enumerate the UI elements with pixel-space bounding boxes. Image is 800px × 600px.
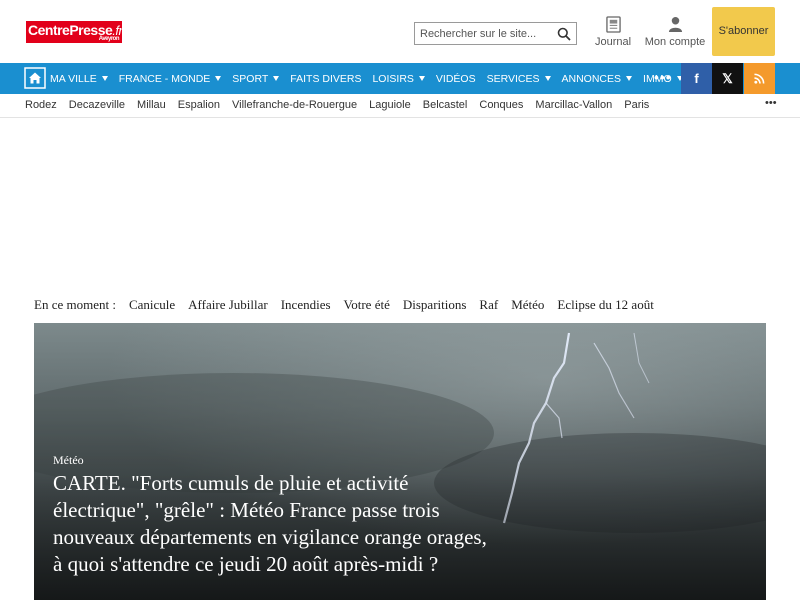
- trending-link[interactable]: Disparitions: [403, 297, 467, 313]
- trending-bar: En ce moment : Canicule Affaire Jubillar…: [34, 297, 667, 313]
- subscribe-button[interactable]: S'abonner: [712, 7, 775, 56]
- caret-down-icon: [626, 76, 633, 81]
- trending-link[interactable]: Météo: [511, 297, 544, 313]
- nav-item-france-monde[interactable]: FRANCE - MONDE: [119, 73, 222, 85]
- user-icon: [668, 17, 682, 32]
- nav-item-label: FAITS DIVERS: [290, 72, 362, 85]
- city-link[interactable]: Decazeville: [69, 99, 125, 111]
- nav-item-label: SERVICES: [486, 72, 540, 85]
- city-link[interactable]: Conques: [479, 99, 523, 111]
- nav-item-ma-ville[interactable]: MA VILLE: [50, 73, 108, 85]
- nav-item-services[interactable]: SERVICES: [487, 73, 551, 85]
- nav-item-label: MA VILLE: [50, 72, 97, 85]
- cities-bar: Rodez Decazeville Millau Espalion Villef…: [0, 94, 800, 118]
- main-nav: MA VILLE FRANCE - MONDE SPORT FAITS DIVE…: [0, 63, 800, 94]
- caret-down-icon: [273, 76, 280, 81]
- site-logo[interactable]: CentrePresse.fr Aveyron: [26, 21, 123, 43]
- trending-link[interactable]: Votre été: [344, 297, 390, 313]
- search-box: [414, 22, 577, 45]
- x-button[interactable]: 𝕏: [712, 63, 743, 94]
- trending-link[interactable]: Raf: [479, 297, 498, 313]
- city-link[interactable]: Belcastel: [423, 99, 468, 111]
- nav-menu: MA VILLE FRANCE - MONDE SPORT FAITS DIVE…: [50, 63, 694, 94]
- city-link[interactable]: Rodez: [25, 99, 57, 111]
- nav-item-label: FRANCE - MONDE: [118, 72, 211, 85]
- cities-more-button[interactable]: •••: [765, 97, 777, 109]
- journal-label: Journal: [594, 36, 632, 48]
- caret-down-icon: [215, 76, 222, 81]
- nav-item-label: SPORT: [232, 72, 269, 85]
- trending-label: En ce moment :: [34, 297, 116, 312]
- city-link[interactable]: Millau: [137, 99, 166, 111]
- nav-item-label: ANNONCES: [561, 72, 622, 85]
- hero-article[interactable]: Météo CARTE. "Forts cumuls de pluie et a…: [34, 323, 766, 600]
- caret-down-icon: [101, 76, 108, 81]
- cities-list: Rodez Decazeville Millau Espalion Villef…: [25, 99, 661, 111]
- newspaper-icon: [605, 16, 621, 33]
- search-icon[interactable]: [557, 27, 571, 41]
- nav-item-label: LOISIRS: [372, 72, 414, 85]
- city-link[interactable]: Laguiole: [369, 99, 411, 111]
- nav-item-loisirs[interactable]: LOISIRS: [372, 72, 425, 85]
- home-icon: [24, 67, 46, 89]
- account-label: Mon compte: [644, 36, 706, 48]
- city-link[interactable]: Villefranche-de-Rouergue: [232, 99, 357, 111]
- logo-region: Aveyron: [98, 36, 120, 42]
- nav-item-faits-divers[interactable]: FAITS DIVERS: [290, 73, 361, 85]
- article-headline[interactable]: CARTE. "Forts cumuls de pluie et activit…: [53, 470, 493, 578]
- nav-more-button[interactable]: •••: [654, 70, 672, 84]
- caret-down-icon: [418, 76, 425, 81]
- search-input[interactable]: [415, 23, 551, 44]
- trending-link[interactable]: Canicule: [129, 297, 175, 313]
- rss-button[interactable]: [744, 63, 775, 94]
- nav-item-annonces[interactable]: ANNONCES: [562, 73, 633, 85]
- trending-link[interactable]: Affaire Jubillar: [188, 297, 268, 313]
- city-link[interactable]: Marcillac-Vallon: [535, 99, 612, 111]
- x-icon: 𝕏: [722, 70, 733, 86]
- nav-item-label: VIDÉOS: [435, 72, 476, 85]
- facebook-icon: f: [694, 71, 699, 86]
- nav-item-sport[interactable]: SPORT: [232, 72, 280, 85]
- home-button[interactable]: [24, 67, 46, 89]
- rss-icon: [754, 73, 765, 84]
- article-category[interactable]: Météo: [53, 453, 84, 468]
- site-header: CentrePresse.fr Aveyron Journal Mon comp…: [0, 0, 800, 62]
- city-link[interactable]: Paris: [624, 99, 649, 111]
- nav-item-videos[interactable]: VIDÉOS: [436, 73, 476, 85]
- city-link[interactable]: Espalion: [178, 99, 220, 111]
- trending-link[interactable]: Eclipse du 12 août: [557, 297, 653, 313]
- journal-link[interactable]: Journal: [592, 16, 634, 48]
- facebook-button[interactable]: f: [681, 63, 712, 94]
- account-link[interactable]: Mon compte: [644, 16, 706, 48]
- trending-link[interactable]: Incendies: [281, 297, 331, 313]
- caret-down-icon: [544, 76, 551, 81]
